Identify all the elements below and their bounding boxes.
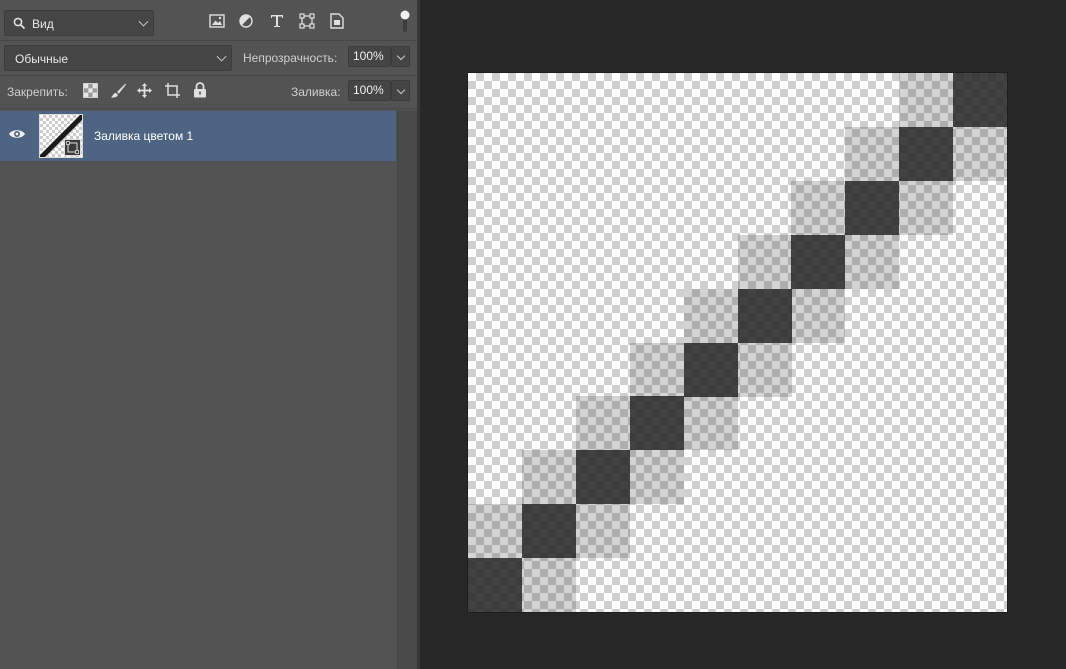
separator [0,75,417,76]
fill-dropdown-button[interactable] [391,80,410,101]
pattern-square-light [791,289,845,343]
opacity-dropdown-button[interactable] [391,46,410,67]
pattern-square-light [522,558,576,612]
pattern-square-dark [576,450,630,504]
layer-row[interactable]: Заливка цветом 1 [0,111,396,161]
pattern-square-light [684,396,738,450]
lock-transparent-pixels-icon[interactable] [83,83,98,98]
pattern-square-light [576,396,630,450]
pattern-square-dark [953,73,1007,127]
layer-filter-value: Вид [32,17,54,31]
layers-panel: Вид Обычные Непрозрачность: 100% Закрепи… [0,0,418,669]
blend-mode-value: Обычные [15,52,69,66]
eye-icon[interactable] [8,128,26,140]
chevron-down-icon [138,16,149,27]
chevron-down-icon [396,85,406,95]
filter-toggle-switch[interactable] [400,10,410,34]
separator [0,108,417,109]
pattern-square-dark [791,235,845,289]
separator [0,40,417,41]
pattern-square-light [899,73,953,127]
layer-filter-select[interactable]: Вид [4,10,154,36]
pattern-square-light [845,235,899,289]
pattern-square-light [738,343,792,397]
pattern-square-light [630,343,684,397]
opacity-label: Непрозрачность: [243,51,338,65]
layer-name[interactable]: Заливка цветом 1 [94,129,193,143]
fill-layer-badge-icon [64,139,81,156]
panel-divider[interactable] [417,0,420,669]
lock-all-icon[interactable] [193,82,207,98]
smart-object-filter-icon[interactable] [330,13,344,29]
pattern-square-light [845,127,899,181]
pattern-square-light [953,127,1007,181]
fill-input[interactable]: 100% [348,80,391,101]
lock-artboard-icon[interactable] [164,82,181,99]
pattern-square-light [630,450,684,504]
type-filter-icon[interactable] [270,14,284,28]
chevron-down-icon [396,51,406,61]
pattern-square-dark [522,504,576,558]
lock-position-icon[interactable] [136,82,153,99]
adjustment-filter-icon[interactable] [239,14,253,28]
pattern-square-light [684,289,738,343]
pattern-square-dark [845,181,899,235]
image-filter-icon[interactable] [209,14,225,28]
document-canvas[interactable] [468,73,1007,612]
fill-label: Заливка: [291,85,341,99]
pattern-square-dark [899,127,953,181]
layer-thumbnail[interactable] [39,114,83,158]
pattern-square-dark [738,289,792,343]
opacity-input[interactable]: 100% [348,46,391,67]
pattern-square-light [468,504,522,558]
shape-filter-icon[interactable] [299,13,315,29]
pattern-square-light [791,181,845,235]
pattern-square-dark [684,343,738,397]
search-icon [13,17,26,30]
pattern-square-light [899,181,953,235]
pattern-square-light [522,450,576,504]
chevron-down-icon [216,51,227,62]
pattern-square-light [738,235,792,289]
pattern-square-dark [468,558,522,612]
lock-image-pixels-icon[interactable] [110,82,127,99]
blend-mode-select[interactable]: Обычные [4,45,232,71]
pattern-square-light [576,504,630,558]
pattern-square-dark [630,396,684,450]
lock-label: Закрепить: [7,85,68,99]
layers-scrollbar[interactable] [397,110,418,669]
